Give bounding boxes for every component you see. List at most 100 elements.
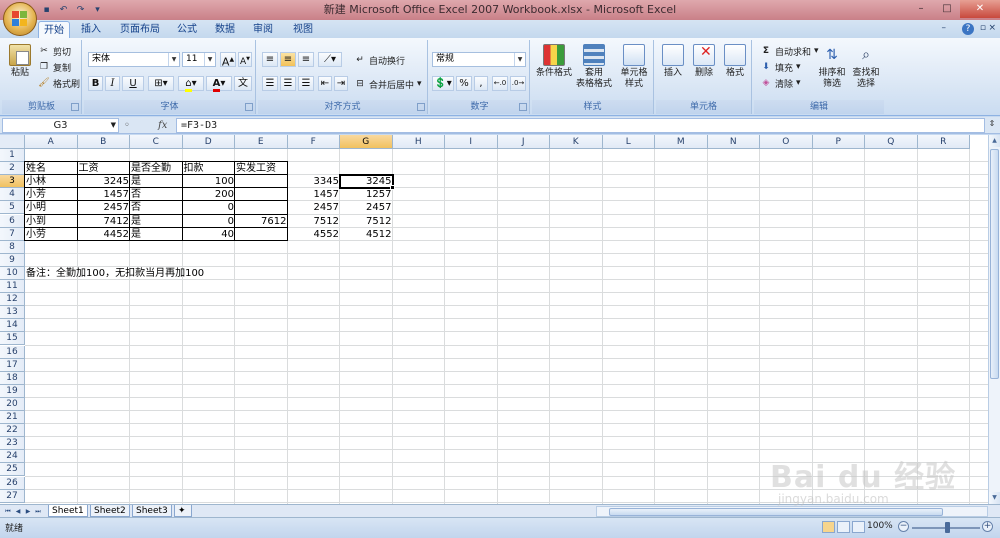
ribbon-minimize-icon[interactable]: – <box>942 23 947 33</box>
find-select-button[interactable]: ⌕ 查找和 选择 <box>850 44 882 90</box>
insert-sheet-icon[interactable]: ✦ <box>174 505 192 517</box>
row-header-12[interactable]: 12 <box>0 293 25 307</box>
font-size-combo[interactable]: 11 ▼ <box>182 52 216 67</box>
row-header-7[interactable]: 7 <box>0 227 25 241</box>
tab-view[interactable]: 视图 <box>288 21 318 38</box>
row-header-25[interactable]: 25 <box>0 463 25 477</box>
column-header-h[interactable]: H <box>392 135 445 149</box>
last-sheet-icon[interactable]: ⏭ <box>33 506 43 517</box>
zoom-out-icon[interactable]: − <box>898 521 909 532</box>
increase-decimal-button[interactable]: ←.0 <box>492 76 508 91</box>
worksheet-grid[interactable]: A B C D E F G H I J K L M N O P Q R 1 2 3 4 5 6 7 8 9 10 11 12 13 14 15 1… <box>0 135 988 504</box>
column-header-g[interactable]: G <box>340 135 393 149</box>
row-header-16[interactable]: 16 <box>0 345 25 359</box>
column-header-f[interactable]: F <box>287 135 340 149</box>
column-header-r[interactable]: R <box>917 135 970 149</box>
fill-color-button[interactable]: ⌂▾ <box>178 76 204 92</box>
data-cell[interactable]: 3345 <box>288 175 341 188</box>
prev-sheet-icon[interactable]: ◀ <box>13 506 23 517</box>
borders-button[interactable]: ⊞▾ <box>148 76 174 91</box>
fx-icon[interactable]: fx <box>158 118 167 133</box>
insert-cells-button[interactable]: 插入 <box>658 44 688 79</box>
grow-font-button[interactable]: A▲ <box>220 52 236 69</box>
column-header-b[interactable]: B <box>77 135 130 149</box>
name-box[interactable]: G3 ▼ <box>2 118 119 133</box>
row-header-22[interactable]: 22 <box>0 424 25 438</box>
row-header-4[interactable]: 4 <box>0 188 25 202</box>
comma-button[interactable]: , <box>474 76 488 91</box>
row-header-14[interactable]: 14 <box>0 319 25 333</box>
row-header-15[interactable]: 15 <box>0 332 25 346</box>
orientation-button[interactable]: ⟋▾ <box>318 52 342 67</box>
row-header-8[interactable]: 8 <box>0 240 25 254</box>
sheet-tab-sheet1[interactable]: Sheet1 <box>48 505 88 517</box>
column-header-p[interactable]: P <box>812 135 865 149</box>
row-header-17[interactable]: 17 <box>0 358 25 372</box>
sort-filter-button[interactable]: ⇅ 排序和 筛选 <box>816 44 848 90</box>
scroll-down-icon[interactable]: ▼ <box>989 492 1000 504</box>
row-header-9[interactable]: 9 <box>0 253 25 267</box>
clear-button[interactable]: ◈ 清除 ▾ <box>760 76 801 90</box>
shrink-font-button[interactable]: A▼ <box>238 52 252 67</box>
ribbon-close-icon[interactable]: × <box>988 23 996 33</box>
font-launcher-icon[interactable] <box>245 103 253 111</box>
row-header-21[interactable]: 21 <box>0 411 25 425</box>
wrap-text-button[interactable]: ↵ 自动换行 <box>354 53 405 67</box>
tab-review[interactable]: 审阅 <box>248 21 278 38</box>
tab-formulas[interactable]: 公式 <box>172 21 202 38</box>
column-header-e[interactable]: E <box>235 135 288 149</box>
tab-page-layout[interactable]: 页面布局 <box>114 21 166 38</box>
row-header-27[interactable]: 27 <box>0 489 25 503</box>
align-center-button[interactable]: ☰ <box>280 76 296 91</box>
align-bottom-button[interactable]: ≡ <box>298 52 314 67</box>
column-header-d[interactable]: D <box>182 135 235 149</box>
column-header-c[interactable]: C <box>130 135 183 149</box>
cell-styles-button[interactable]: 单元格 样式 <box>614 44 654 90</box>
tab-data[interactable]: 数据 <box>210 21 240 38</box>
close-button[interactable]: ✕ <box>960 0 1000 18</box>
align-top-button[interactable]: ≡ <box>262 52 278 67</box>
accounting-format-button[interactable]: 💲▾ <box>432 76 454 91</box>
data-cell[interactable]: 4512 <box>340 228 393 241</box>
column-header-a[interactable]: A <box>25 135 78 149</box>
number-format-combo[interactable]: 常规 ▼ <box>432 52 526 67</box>
expand-formula-bar-icon[interactable]: ⇕ <box>986 119 998 132</box>
column-header-q[interactable]: Q <box>865 135 918 149</box>
column-header-i[interactable]: I <box>445 135 498 149</box>
row-header-24[interactable]: 24 <box>0 450 25 464</box>
increase-indent-button[interactable]: ⇥ <box>334 76 348 91</box>
fill-button[interactable]: ⬇ 填充 ▾ <box>760 60 800 74</box>
row-header-1[interactable]: 1 <box>0 149 25 163</box>
tab-insert[interactable]: 插入 <box>76 21 106 38</box>
first-sheet-icon[interactable]: ⏮ <box>3 506 13 517</box>
formula-cancel-icon[interactable]: ◦ <box>122 118 132 133</box>
row-header-23[interactable]: 23 <box>0 437 25 451</box>
format-as-table-button[interactable]: 套用 表格格式 <box>574 44 614 90</box>
data-cell[interactable]: 7512 <box>340 215 393 228</box>
help-icon[interactable]: ? <box>962 23 974 35</box>
autosum-button[interactable]: Σ 自动求和 ▾ <box>760 44 819 58</box>
zoom-slider-knob[interactable] <box>945 522 950 533</box>
row-header-18[interactable]: 18 <box>0 371 25 385</box>
tab-home[interactable]: 开始 <box>38 21 70 38</box>
data-cell[interactable]: 2457 <box>340 201 393 214</box>
minimize-button[interactable]: – <box>908 0 934 18</box>
horizontal-scroll-thumb[interactable] <box>609 508 943 516</box>
cut-button[interactable]: ✂ 剪切 <box>38 44 71 58</box>
row-header-3[interactable]: 3 <box>0 175 25 189</box>
column-header-m[interactable]: M <box>655 135 708 149</box>
row-header-20[interactable]: 20 <box>0 397 25 411</box>
column-header-l[interactable]: L <box>602 135 655 149</box>
font-name-combo[interactable]: 宋体 ▼ <box>88 52 180 67</box>
paste-button[interactable]: 粘贴 <box>6 44 34 79</box>
data-cell[interactable]: 4552 <box>288 228 341 241</box>
percent-button[interactable]: % <box>456 76 472 91</box>
font-color-button[interactable]: A▾ <box>206 76 232 92</box>
align-middle-button[interactable]: ≡ <box>280 52 296 67</box>
row-header-11[interactable]: 11 <box>0 280 25 294</box>
format-painter-button[interactable]: 🖌 格式刷 <box>38 76 80 90</box>
italic-button[interactable]: I <box>105 76 120 91</box>
maximize-button[interactable]: □ <box>934 0 960 18</box>
column-header-j[interactable]: J <box>497 135 550 149</box>
sheet-tab-sheet2[interactable]: Sheet2 <box>90 505 130 517</box>
